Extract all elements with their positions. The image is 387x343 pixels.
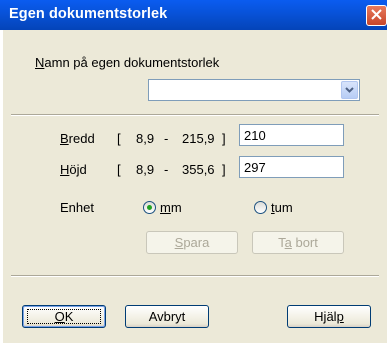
combo-dropdown-button[interactable] xyxy=(341,81,358,99)
ok-button[interactable]: OK xyxy=(22,305,106,328)
height-label: Höjd xyxy=(60,162,87,177)
width-range-close: ] xyxy=(222,131,226,146)
width-range-open: [ xyxy=(117,131,121,146)
document-name-label: Namn på egen dokumentstorlek xyxy=(35,55,220,70)
unit-inch-label[interactable]: tum xyxy=(271,200,293,215)
radio-selected-dot xyxy=(147,205,152,210)
unit-inch-radio[interactable] xyxy=(254,201,267,214)
width-range-min: 8,9 xyxy=(136,131,155,146)
height-input[interactable] xyxy=(239,156,344,178)
width-range-max: 215,9 xyxy=(182,131,215,146)
close-icon xyxy=(371,9,382,20)
unit-mm-radio[interactable] xyxy=(143,201,156,214)
unit-mm-label[interactable]: mm xyxy=(160,200,182,215)
save-button[interactable]: Spara xyxy=(146,231,238,254)
delete-button[interactable]: Ta bort xyxy=(252,231,344,254)
window-title: Egen dokumentstorlek xyxy=(9,6,168,22)
focus-indicator xyxy=(27,309,101,324)
title-bar[interactable]: Egen dokumentstorlek xyxy=(0,0,387,30)
help-button[interactable]: Hjälp xyxy=(287,305,371,328)
close-button[interactable] xyxy=(366,5,387,26)
dialog-body: Namn på egen dokumentstorlek Bredd [ 8,9… xyxy=(3,30,387,343)
document-name-combobox[interactable] xyxy=(148,79,360,101)
height-range-dash: - xyxy=(164,162,169,177)
unit-label: Enhet xyxy=(60,200,94,215)
separator-bottom xyxy=(11,275,379,277)
width-range-dash: - xyxy=(164,131,169,146)
height-range-open: [ xyxy=(117,162,121,177)
separator xyxy=(11,114,379,116)
cancel-button[interactable]: Avbryt xyxy=(125,305,209,328)
width-label: Bredd xyxy=(60,131,95,146)
chevron-down-icon xyxy=(345,87,354,93)
height-range-min: 8,9 xyxy=(136,162,155,177)
height-range-close: ] xyxy=(222,162,226,177)
width-input[interactable] xyxy=(239,124,344,146)
height-range-max: 355,6 xyxy=(182,162,215,177)
